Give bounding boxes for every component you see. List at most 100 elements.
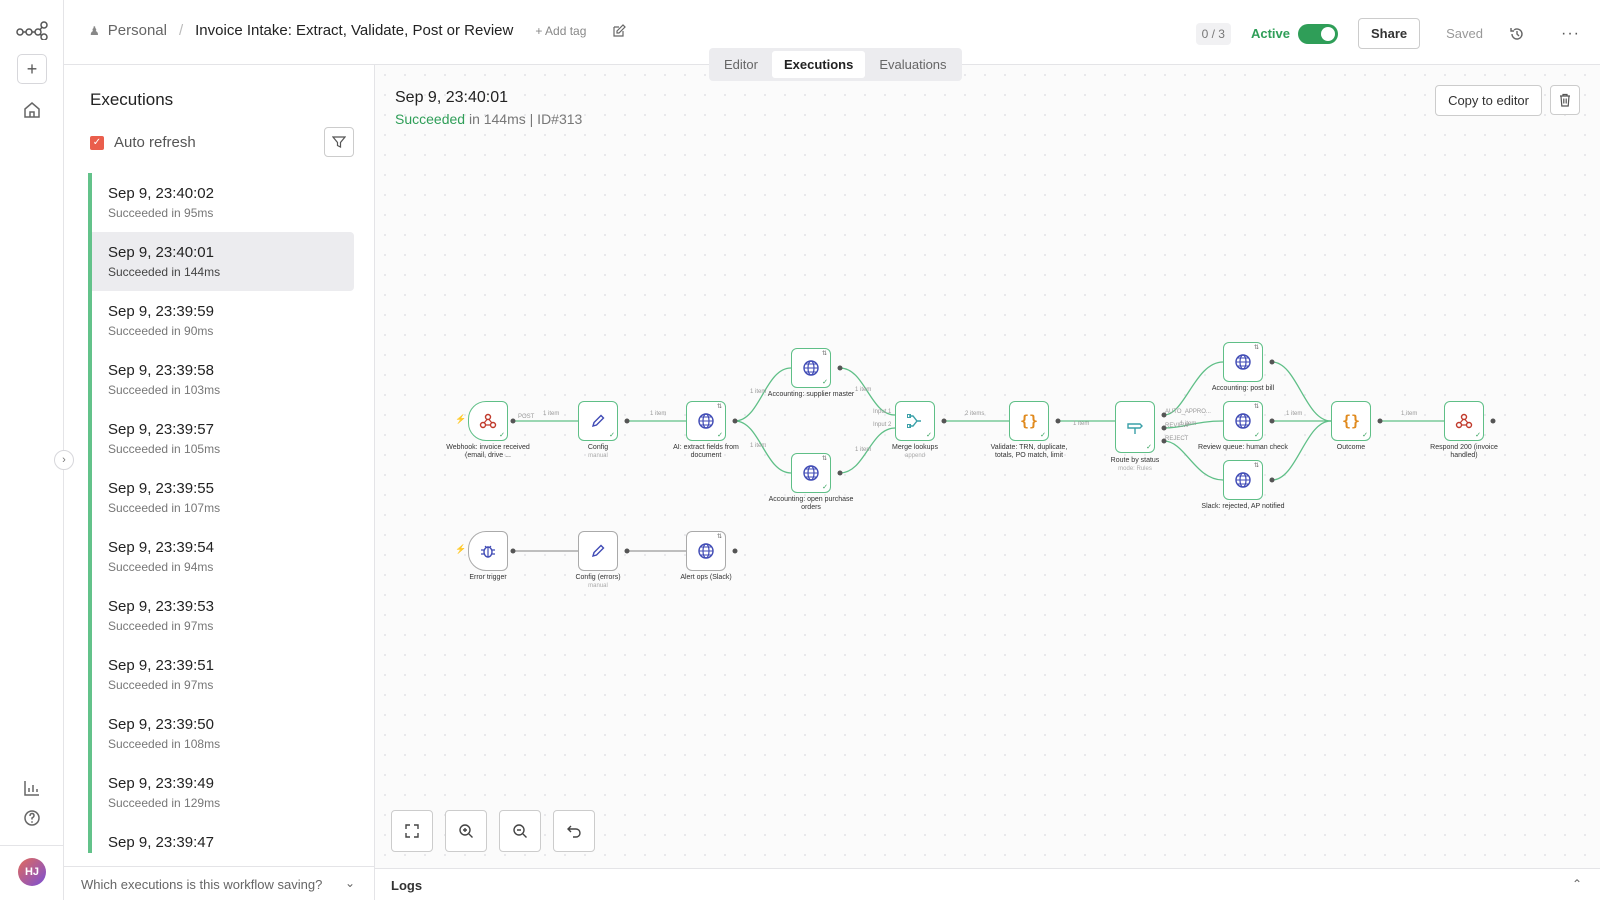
execution-item[interactable]: Sep 9, 23:39:54 Succeeded in 94ms: [88, 527, 354, 586]
globe-icon: [1235, 413, 1251, 429]
execution-time: Sep 9, 23:40:02: [108, 185, 214, 202]
node-merge-lookups[interactable]: ✓: [895, 401, 935, 441]
node-label: Route by status: [1110, 457, 1160, 464]
node-sublabel: manual: [588, 453, 608, 459]
node-open-purchase-orders[interactable]: ⇅ ✓: [791, 453, 831, 493]
execution-item-selected[interactable]: Sep 9, 23:40:01 Succeeded in 144ms: [88, 232, 354, 291]
zoom-out-button[interactable]: [499, 810, 541, 852]
execution-status: Succeeded in 97ms: [108, 619, 214, 633]
edge-label-1-item: 1 item: [543, 411, 559, 417]
node-review-queue[interactable]: ⇅ ✓: [1223, 401, 1263, 441]
avatar[interactable]: HJ: [18, 858, 46, 886]
node-supplier-master[interactable]: ⇅ ✓: [791, 348, 831, 388]
node-alert-ops[interactable]: ⇅: [686, 531, 726, 571]
help-icon[interactable]: [22, 808, 42, 828]
collapse-sidebar-chevron-icon[interactable]: ›: [54, 450, 74, 470]
node-route-by-status[interactable]: ✓: [1115, 401, 1155, 453]
node-label: Merge lookups: [892, 444, 938, 451]
edit-icon[interactable]: [612, 23, 627, 38]
edge-label-1-item: 1 item: [855, 447, 871, 453]
history-icon[interactable]: [1509, 26, 1525, 42]
node-post-bill[interactable]: ⇅: [1223, 342, 1263, 382]
saving-settings-toggle[interactable]: Which executions is this workflow saving…: [64, 866, 375, 900]
tab-editor[interactable]: Editor: [712, 51, 770, 78]
globe-icon: [803, 465, 819, 481]
pin-icon: ⇅: [821, 351, 827, 357]
logs-panel[interactable]: Logs ⌃: [375, 868, 1600, 900]
pin-icon: ⇅: [716, 404, 722, 410]
success-check-icon: ✓: [822, 379, 828, 386]
tab-evaluations[interactable]: Evaluations: [867, 51, 958, 78]
auto-refresh-label: Auto refresh: [114, 134, 196, 151]
node-webhook[interactable]: ✓: [468, 401, 508, 441]
production-checklist-counter[interactable]: 0 / 3: [1195, 22, 1231, 45]
execution-item[interactable]: Sep 9, 23:39:57 Succeeded in 105ms: [88, 409, 354, 468]
globe-icon: [1235, 472, 1251, 488]
execution-item[interactable]: Sep 9, 23:39:47: [88, 822, 354, 853]
filter-button[interactable]: [324, 127, 354, 157]
webhook-icon: [1455, 413, 1473, 429]
active-toggle[interactable]: [1298, 23, 1338, 44]
node-ai-extract[interactable]: ⇅ ✓: [686, 401, 726, 441]
execution-time: Sep 9, 23:39:57: [108, 421, 214, 438]
more-options-icon[interactable]: ···: [1561, 25, 1580, 43]
breadcrumb-project[interactable]: Personal: [108, 22, 167, 39]
execution-item[interactable]: Sep 9, 23:39:49 Succeeded in 129ms: [88, 763, 354, 822]
success-check-icon: ✓: [822, 484, 828, 491]
logs-label: Logs: [391, 878, 423, 893]
node-sublabel: append: [904, 453, 926, 459]
workflow-canvas[interactable]: Sep 9, 23:40:01 Succeeded in 144ms | ID#…: [375, 65, 1600, 868]
pin-icon: ⇅: [1253, 345, 1259, 351]
n8n-logo-icon[interactable]: [16, 20, 48, 40]
add-tag-button[interactable]: + Add tag: [535, 24, 586, 38]
execution-item[interactable]: Sep 9, 23:39:59 Succeeded in 90ms: [88, 291, 354, 350]
execution-time: Sep 9, 23:39:51: [108, 657, 214, 674]
edge-label-input-1: Input 1: [873, 409, 892, 415]
node-label: Config (errors): [575, 574, 621, 581]
node-label: Outcome: [1336, 444, 1366, 451]
filter-icon: [332, 136, 346, 148]
success-check-icon: ✓: [1254, 432, 1260, 439]
execution-item[interactable]: Sep 9, 23:39:55 Succeeded in 107ms: [88, 468, 354, 527]
fit-view-button[interactable]: [391, 810, 433, 852]
execution-item[interactable]: Sep 9, 23:40:02 Succeeded in 95ms: [88, 173, 354, 232]
node-label: Error trigger: [469, 574, 507, 581]
success-check-icon: ✓: [1475, 432, 1481, 439]
pencil-icon: [591, 414, 605, 428]
node-respond-200[interactable]: ✓: [1444, 401, 1484, 441]
execution-status: Succeeded in 105ms: [108, 442, 221, 456]
edge-label-1-item: 1 item: [1073, 421, 1089, 427]
executions-list: Sep 9, 23:40:02 Succeeded in 95ms Sep 9, …: [88, 173, 354, 853]
execution-item[interactable]: Sep 9, 23:39:58 Succeeded in 103ms: [88, 350, 354, 409]
execution-time: Sep 9, 23:39:59: [108, 303, 214, 320]
pin-icon: ⇅: [1253, 404, 1259, 410]
share-button[interactable]: Share: [1358, 18, 1421, 49]
execution-item[interactable]: Sep 9, 23:39:51 Succeeded in 97ms: [88, 645, 354, 704]
node-slack-rejected[interactable]: ⇅: [1223, 460, 1263, 500]
execution-time: Sep 9, 23:40:01: [108, 244, 214, 261]
auto-refresh-checkbox[interactable]: ✓: [90, 135, 104, 150]
create-button[interactable]: +: [17, 54, 47, 84]
execution-item[interactable]: Sep 9, 23:39:53 Succeeded in 97ms: [88, 586, 354, 645]
node-config-errors[interactable]: [578, 531, 618, 571]
node-sublabel: manual: [588, 583, 608, 589]
node-outcome[interactable]: {} ✓: [1331, 401, 1371, 441]
node-label: Webhook: invoice received (email, drive …: [446, 444, 530, 460]
zoom-in-button[interactable]: [445, 810, 487, 852]
execution-item[interactable]: Sep 9, 23:39:50 Succeeded in 108ms: [88, 704, 354, 763]
node-config[interactable]: ✓: [578, 401, 618, 441]
reset-zoom-button[interactable]: [553, 810, 595, 852]
canvas-controls: [391, 810, 595, 852]
globe-icon: [698, 413, 714, 429]
home-icon[interactable]: [22, 100, 42, 120]
auto-refresh[interactable]: ✓ Auto refresh: [90, 134, 196, 151]
node-label: Respond 200 (invoice handled): [1430, 444, 1498, 460]
insights-icon[interactable]: [22, 778, 42, 798]
node-error-trigger[interactable]: [468, 531, 508, 571]
success-check-icon: ✓: [926, 432, 932, 439]
chevron-up-icon[interactable]: ⌃: [1572, 877, 1582, 891]
node-validate[interactable]: {} ✓: [1009, 401, 1049, 441]
workflow-name[interactable]: Invoice Intake: Extract, Validate, Post …: [195, 22, 513, 39]
tab-executions[interactable]: Executions: [771, 51, 866, 78]
node-label: Accounting: open purchase orders: [768, 496, 854, 512]
